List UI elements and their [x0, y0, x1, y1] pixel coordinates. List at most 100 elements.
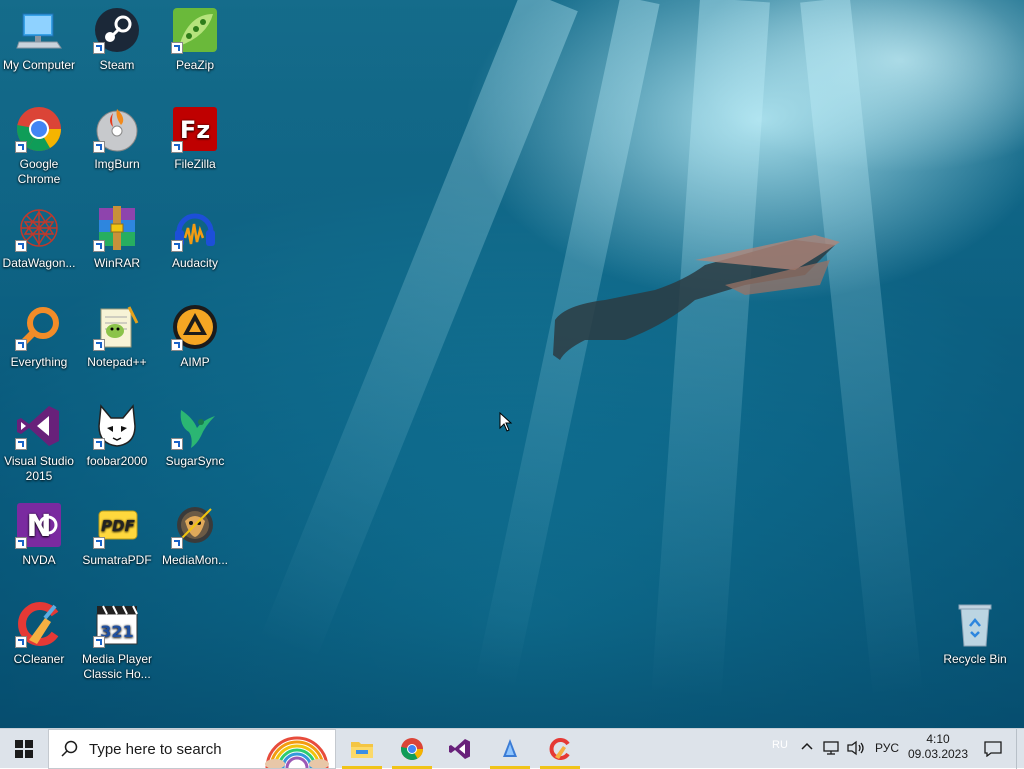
taskbar-file-explorer[interactable] [338, 729, 386, 769]
nvda-icon: N [15, 501, 63, 549]
imgburn-icon [93, 105, 141, 153]
sugarsync-icon [171, 402, 219, 450]
icon-label: MediaMon... [161, 553, 229, 567]
network-tray-button[interactable] [822, 740, 842, 761]
icon-label: SugarSync [165, 454, 225, 468]
language-indicator-faded: RU [772, 739, 788, 751]
desktop-icon-everything[interactable]: Everything [0, 303, 78, 370]
everything-icon [15, 303, 63, 351]
desktop-icon-aimp[interactable]: AIMP [156, 303, 234, 370]
shortcut-arrow-icon [15, 537, 27, 549]
desktop-icon-notepad-plus-plus[interactable]: Notepad++ [78, 303, 156, 370]
aimp-icon [171, 303, 219, 351]
notification-icon [984, 741, 1002, 757]
desktop-icon-visual-studio[interactable]: Visual Studio 2015 [0, 402, 78, 484]
notepad-plus-plus-icon [93, 303, 141, 351]
clock-time: 4:10 [926, 732, 950, 746]
icon-label: Recycle Bin [943, 652, 1007, 666]
desktop-icon-peazip[interactable]: PeaZip [156, 6, 234, 73]
volume-tray-button[interactable] [846, 740, 866, 761]
audacity-icon [171, 204, 219, 252]
foobar2000-icon [93, 402, 141, 450]
steam-icon [93, 6, 141, 54]
shortcut-arrow-icon [171, 240, 183, 252]
visual-studio-icon [15, 402, 63, 450]
taskbar: Type here to search RU РУС 4:10 09.03.20… [0, 728, 1024, 769]
chrome-icon [15, 105, 63, 153]
icon-label: Audacity [171, 256, 219, 270]
swimmer-image [553, 235, 840, 360]
mouse-cursor-icon [499, 412, 513, 432]
shortcut-arrow-icon [93, 339, 105, 351]
svg-text:Fz: Fz [180, 116, 210, 144]
desktop-icon-filezilla[interactable]: Fz FileZilla [156, 105, 234, 172]
icon-label: Google Chrome [17, 157, 61, 186]
icon-label: Everything [10, 355, 68, 369]
shortcut-arrow-icon [93, 636, 105, 648]
input-language-button[interactable]: РУС [875, 741, 899, 755]
taskbar-ccleaner[interactable] [536, 729, 584, 769]
icon-label: CCleaner [13, 652, 65, 666]
filezilla-icon: Fz [171, 105, 219, 153]
show-desktop-button[interactable] [1016, 729, 1024, 769]
shortcut-arrow-icon [171, 141, 183, 153]
icon-label: Visual Studio 2015 [4, 454, 74, 483]
desktop-icon-ccleaner[interactable]: CCleaner [0, 600, 78, 667]
chevron-up-icon [801, 742, 813, 750]
desktop-icon-mediamonkey[interactable]: MediaMon... [156, 501, 234, 568]
shortcut-arrow-icon [93, 141, 105, 153]
icon-label: AIMP [180, 355, 210, 369]
desktop-icon-winrar[interactable]: WinRAR [78, 204, 156, 271]
action-center-button[interactable] [978, 729, 1008, 769]
desktop-icon-steam[interactable]: Steam [78, 6, 156, 73]
chrome-icon [401, 738, 423, 760]
icon-label: WinRAR [93, 256, 140, 270]
desktop-icon-sumatrapdf[interactable]: PDF SumatraPDF [78, 501, 156, 568]
desktop-icon-nvda[interactable]: N NVDA [0, 501, 78, 568]
desktop-icon-datawagon[interactable]: DataWagon... [0, 204, 78, 271]
search-highlight-rainbow-icon [265, 736, 329, 768]
icon-label: NVDA [22, 553, 56, 567]
clock-button[interactable]: 4:10 09.03.2023 [906, 732, 970, 762]
winrar-icon [93, 204, 141, 252]
shortcut-arrow-icon [171, 537, 183, 549]
svg-text:PDF: PDF [101, 517, 135, 535]
start-button[interactable] [0, 729, 48, 769]
taskbar-visual-studio[interactable] [436, 729, 484, 769]
taskbar-chrome[interactable] [388, 729, 436, 769]
sugarsync-icon [503, 739, 517, 757]
search-placeholder: Type here to search [89, 740, 222, 758]
desktop-icon-google-chrome[interactable]: Google Chrome [0, 105, 78, 187]
icon-label: My Computer [2, 58, 76, 72]
desktop-icon-foobar2000[interactable]: foobar2000 [78, 402, 156, 469]
icon-label: foobar2000 [86, 454, 148, 468]
network-icon [823, 741, 839, 755]
desktop-icon-audacity[interactable]: Audacity [156, 204, 234, 271]
icon-label: SumatraPDF [82, 553, 152, 567]
file-explorer-icon [351, 742, 373, 758]
icon-label: FileZilla [174, 157, 216, 171]
desktop-icon-sugarsync[interactable]: SugarSync [156, 402, 234, 469]
svg-text:321: 321 [100, 622, 133, 641]
speaker-icon [847, 740, 864, 756]
search-icon [61, 740, 78, 757]
shortcut-arrow-icon [93, 438, 105, 450]
desktop-icon-imgburn[interactable]: ImgBurn [78, 105, 156, 172]
mediamonkey-icon [171, 501, 219, 549]
icon-label: PeaZip [175, 58, 215, 72]
mpc-hc-icon: 321 [93, 600, 141, 648]
show-hidden-icons-button[interactable] [800, 739, 818, 759]
desktop-icon-my-computer[interactable]: My Computer [0, 6, 78, 73]
desktop-icon-recycle-bin[interactable]: Recycle Bin [936, 600, 1014, 667]
icon-label: Notepad++ [87, 355, 147, 369]
taskbar-search-box[interactable]: Type here to search [48, 729, 336, 769]
shortcut-arrow-icon [93, 240, 105, 252]
taskbar-sugarsync[interactable] [486, 729, 534, 769]
computer-icon [15, 6, 63, 54]
shortcut-arrow-icon [93, 537, 105, 549]
desktop-icon-mpc-hc[interactable]: 321 Media Player Classic Ho... [78, 600, 156, 682]
recycle-bin-icon [951, 600, 999, 648]
shortcut-arrow-icon [15, 141, 27, 153]
clock-date: 09.03.2023 [907, 747, 969, 761]
icon-label: Steam [99, 58, 135, 72]
